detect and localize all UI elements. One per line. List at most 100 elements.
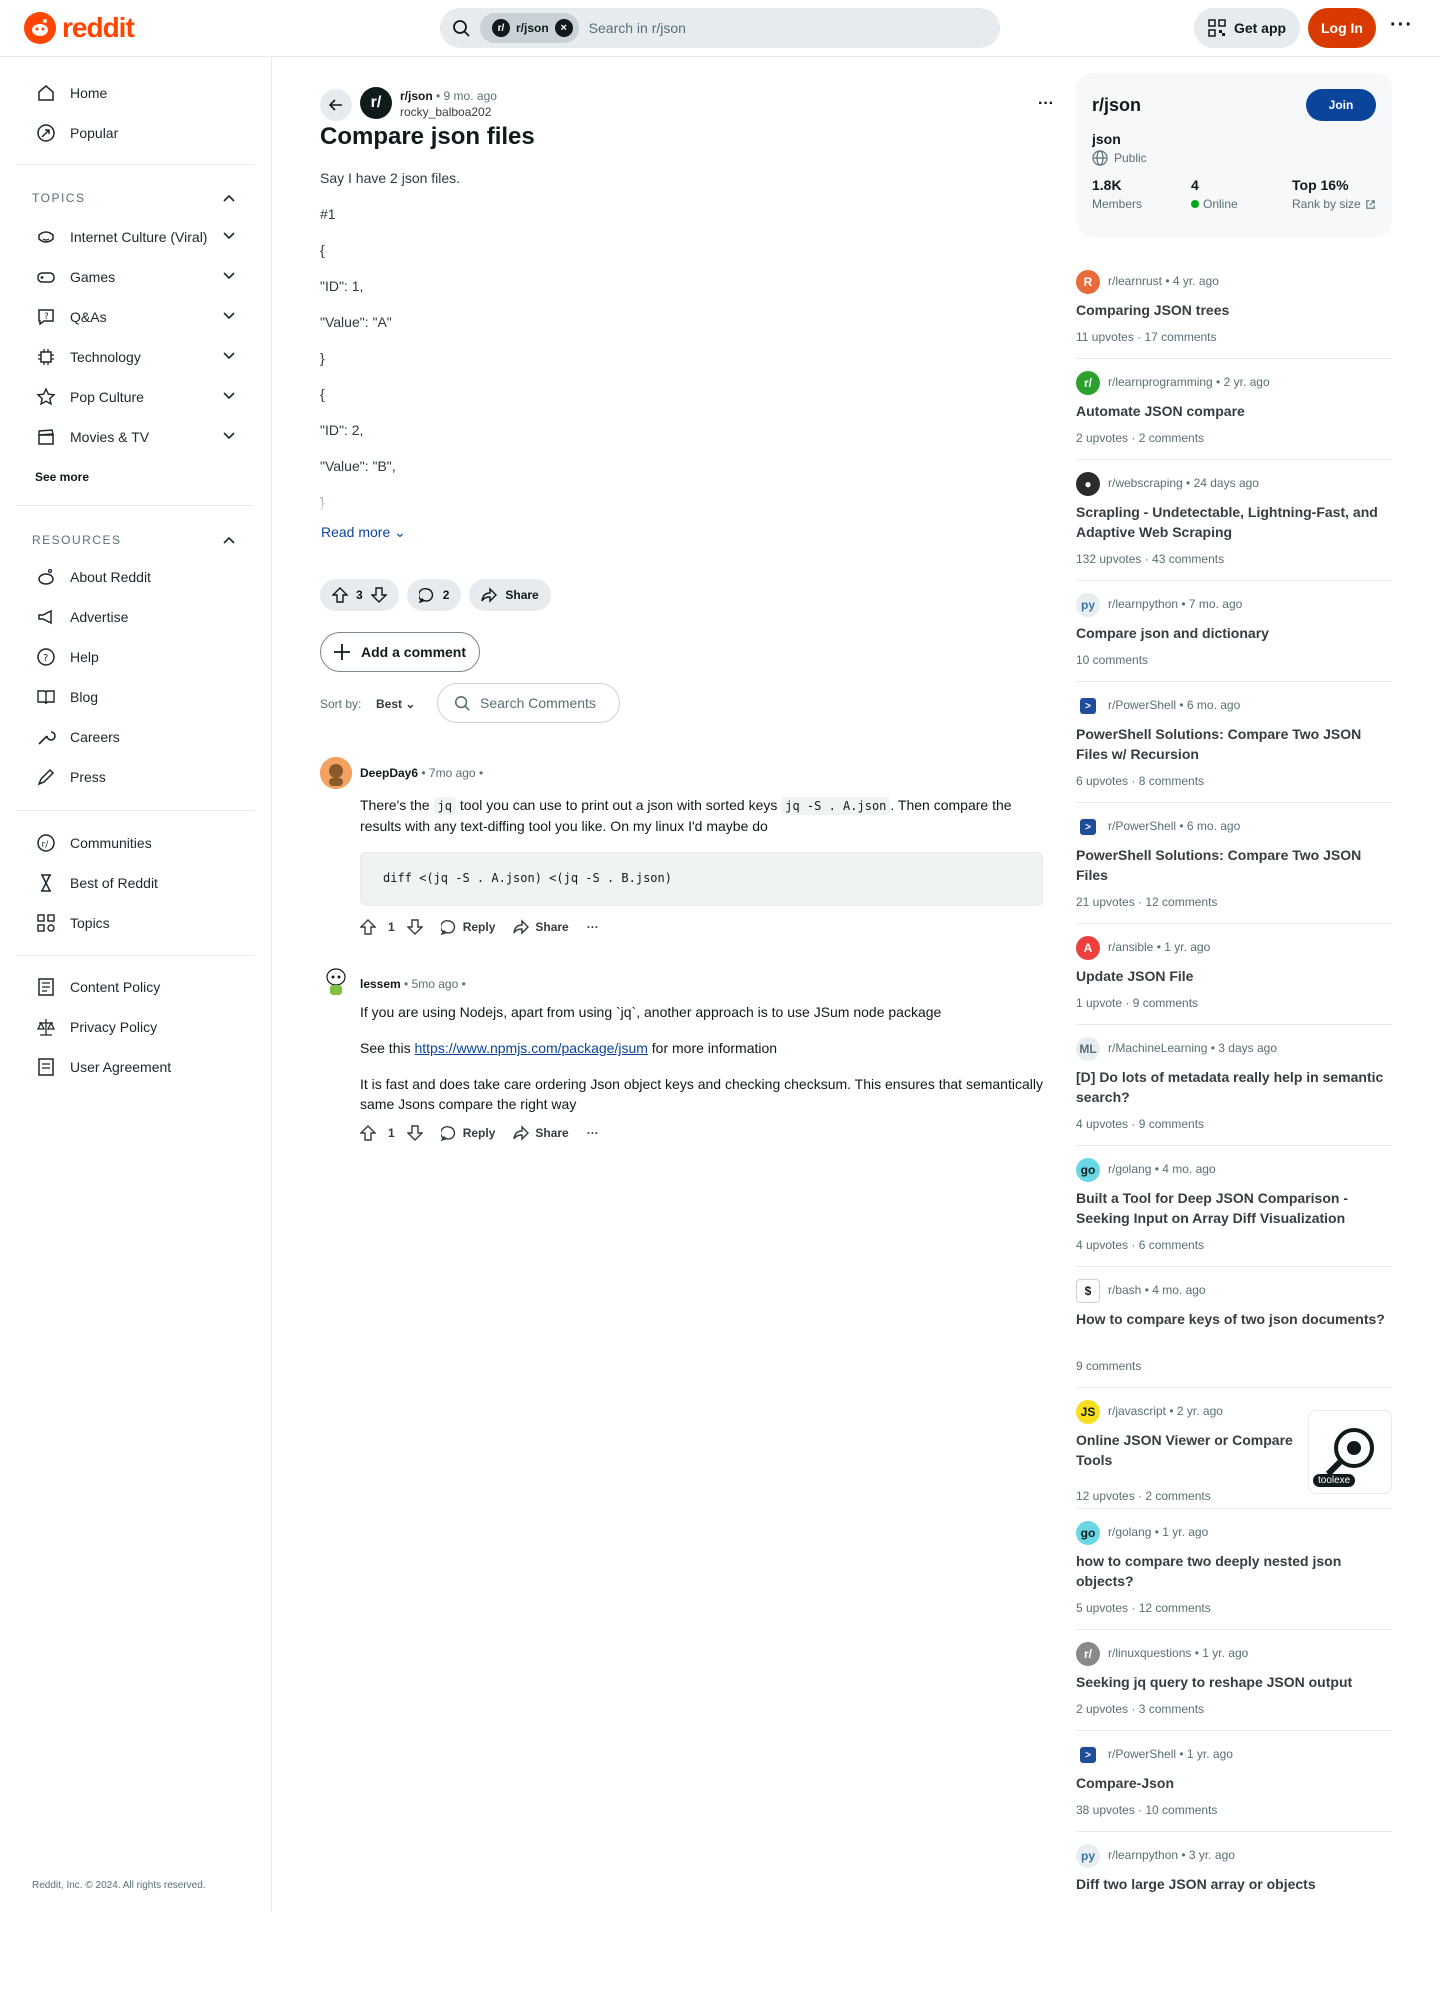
related-post[interactable]: $ r/bash • 4 mo. ago How to compare keys… bbox=[1076, 1279, 1392, 1399]
nav-content-policy[interactable]: Content Policy bbox=[16, 967, 254, 1007]
back-button[interactable] bbox=[320, 89, 352, 121]
divider bbox=[1076, 1145, 1392, 1146]
topic-qas[interactable]: ? Q&As bbox=[16, 297, 254, 337]
resource-blog[interactable]: Blog bbox=[16, 677, 254, 717]
nav-topics[interactable]: Topics bbox=[16, 903, 254, 943]
avatar[interactable] bbox=[320, 964, 352, 996]
related-title: Scrapling - Undetectable, Lightning-Fast… bbox=[1076, 504, 1378, 540]
inline-code: jq -S . A.json bbox=[781, 797, 891, 815]
related-post[interactable]: r/ r/linuxquestions • 1 yr. ago Seeking … bbox=[1076, 1642, 1392, 1742]
downvote-icon[interactable] bbox=[370, 587, 387, 603]
post-body-line: Say I have 2 json files. bbox=[320, 170, 461, 186]
related-post[interactable]: > r/PowerShell • 6 mo. ago PowerShell So… bbox=[1076, 694, 1392, 814]
login-button[interactable]: Log In bbox=[1308, 8, 1376, 48]
related-sub: r/learnpython bbox=[1108, 597, 1179, 611]
reddit-logo[interactable]: reddit bbox=[24, 12, 135, 44]
members-stat: 1.8K Members bbox=[1092, 177, 1142, 211]
upvote-icon[interactable] bbox=[332, 587, 348, 603]
post-body-line: "ID": 1, bbox=[320, 278, 364, 294]
related-post[interactable]: go r/golang • 1 yr. ago how to compare t… bbox=[1076, 1521, 1392, 1641]
resource-advertise[interactable]: Advertise bbox=[16, 597, 254, 637]
comment-search-input[interactable]: Search Comments bbox=[437, 683, 620, 723]
share-button[interactable]: Share bbox=[469, 579, 551, 611]
downvote-icon[interactable] bbox=[406, 1125, 423, 1141]
subreddit-filter-pill[interactable]: r/ r/json × bbox=[480, 13, 579, 43]
pen-icon bbox=[36, 767, 56, 787]
related-post[interactable]: > r/PowerShell • 6 mo. ago PowerShell So… bbox=[1076, 815, 1392, 935]
related-post[interactable]: py r/learnpython • 3 yr. ago Diff two la… bbox=[1076, 1844, 1392, 1904]
upvote-icon[interactable] bbox=[360, 1125, 376, 1141]
post-options-icon[interactable]: ··· bbox=[1038, 95, 1054, 113]
nav-best-of-reddit[interactable]: Best of Reddit bbox=[16, 863, 254, 903]
arrow-left-icon bbox=[328, 99, 342, 111]
related-post[interactable]: py r/learnpython • 7 mo. ago Compare jso… bbox=[1076, 593, 1392, 693]
online-label: Online bbox=[1203, 197, 1238, 211]
chevron-up-icon[interactable] bbox=[222, 533, 236, 547]
nav-communities[interactable]: r/ Communities bbox=[16, 823, 254, 863]
resource-careers[interactable]: Careers bbox=[16, 717, 254, 757]
related-age: 4 mo. ago bbox=[1162, 1162, 1216, 1176]
copyright: Reddit, Inc. © 2024. All rights reserved… bbox=[32, 1880, 206, 1891]
topic-pop-culture[interactable]: Pop Culture bbox=[16, 377, 254, 417]
comment-author[interactable]: DeepDay6 bbox=[360, 766, 418, 780]
post-author[interactable]: rocky_balboa202 bbox=[400, 105, 491, 119]
comment-options-icon[interactable]: ··· bbox=[587, 1126, 599, 1140]
related-post[interactable]: JS r/javascript • 2 yr. ago Online JSON … bbox=[1076, 1400, 1392, 1520]
search-input[interactable]: Search in r/json bbox=[589, 20, 686, 36]
related-meta: r/ansible • 1 yr. ago bbox=[1108, 940, 1211, 954]
topic-technology[interactable]: Technology bbox=[16, 337, 254, 377]
related-post[interactable]: ML r/MachineLearning • 3 days ago [D] Do… bbox=[1076, 1037, 1392, 1157]
related-title: How to compare keys of two json document… bbox=[1076, 1311, 1385, 1327]
comment-text-part: There's the bbox=[360, 797, 434, 813]
join-button[interactable]: Join bbox=[1306, 89, 1376, 121]
add-comment-button[interactable]: Add a comment bbox=[320, 632, 480, 672]
subreddit-link[interactable]: r/json bbox=[400, 89, 433, 103]
rank-row[interactable]: Rank by size bbox=[1292, 197, 1376, 211]
share-button[interactable]: Share bbox=[513, 1125, 569, 1141]
get-app-button[interactable]: Get app bbox=[1194, 8, 1300, 48]
sort-dropdown[interactable]: Best ⌄ bbox=[376, 697, 415, 711]
related-age: 7 mo. ago bbox=[1188, 597, 1243, 611]
downvote-icon[interactable] bbox=[406, 919, 423, 935]
npm-link[interactable]: https://www.npmjs.com/package/jsum bbox=[414, 1040, 647, 1056]
topic-internet-culture[interactable]: Internet Culture (Viral) bbox=[16, 217, 254, 257]
nav-user-agreement[interactable]: User Agreement bbox=[16, 1047, 254, 1087]
resource-about-reddit[interactable]: About Reddit bbox=[16, 557, 254, 597]
resource-press[interactable]: Press bbox=[16, 757, 254, 797]
topic-games[interactable]: Games bbox=[16, 257, 254, 297]
reply-button[interactable]: Reply bbox=[440, 919, 495, 935]
subreddit-avatar[interactable]: r/ bbox=[360, 87, 392, 119]
get-app-label: Get app bbox=[1233, 20, 1287, 36]
related-post[interactable]: > r/PowerShell • 1 yr. ago Compare-Json … bbox=[1076, 1743, 1392, 1843]
resource-label: Press bbox=[70, 769, 106, 785]
related-post[interactable]: r/ r/learnprogramming • 2 yr. ago Automa… bbox=[1076, 371, 1392, 471]
clear-pill-icon[interactable]: × bbox=[554, 19, 573, 37]
post-body-line: "ID": 2, bbox=[320, 422, 364, 438]
svg-text:r/: r/ bbox=[42, 840, 50, 850]
comments-button[interactable]: 2 bbox=[406, 579, 462, 611]
more-options-icon[interactable]: ··· bbox=[1390, 14, 1413, 37]
nav-home[interactable]: Home bbox=[16, 73, 254, 113]
nav-popular[interactable]: Popular bbox=[16, 113, 254, 153]
read-more-button[interactable]: Read more ⌄ bbox=[321, 524, 406, 541]
comment-options-icon[interactable]: ··· bbox=[587, 920, 599, 934]
related-post[interactable]: A r/ansible • 1 yr. ago Update JSON File… bbox=[1076, 936, 1392, 1036]
nav-privacy-policy[interactable]: Privacy Policy bbox=[16, 1007, 254, 1047]
post-thumbnail[interactable]: toolexe bbox=[1308, 1410, 1392, 1494]
read-more-label: Read more bbox=[321, 524, 391, 540]
related-post[interactable]: go r/golang • 4 mo. ago Built a Tool for… bbox=[1076, 1158, 1392, 1278]
community-name[interactable]: r/json bbox=[1092, 95, 1141, 116]
share-button[interactable]: Share bbox=[513, 919, 569, 935]
reply-button[interactable]: Reply bbox=[440, 1125, 495, 1141]
chevron-up-icon[interactable] bbox=[222, 191, 236, 205]
related-post[interactable]: ● r/webscraping • 24 days ago Scrapling … bbox=[1076, 472, 1392, 592]
search-bar[interactable]: r/ r/json × Search in r/json bbox=[440, 8, 1000, 48]
comment-author[interactable]: lessem bbox=[360, 977, 401, 991]
see-more-button[interactable]: See more bbox=[35, 470, 89, 484]
upvote-icon[interactable] bbox=[360, 919, 376, 935]
topic-movies-tv[interactable]: Movies & TV bbox=[16, 417, 254, 457]
related-meta: r/PowerShell • 1 yr. ago bbox=[1108, 1747, 1233, 1761]
avatar[interactable] bbox=[320, 757, 352, 789]
resource-help[interactable]: ? Help bbox=[16, 637, 254, 677]
related-post[interactable]: R r/learnrust • 4 yr. ago Comparing JSON… bbox=[1076, 270, 1392, 370]
